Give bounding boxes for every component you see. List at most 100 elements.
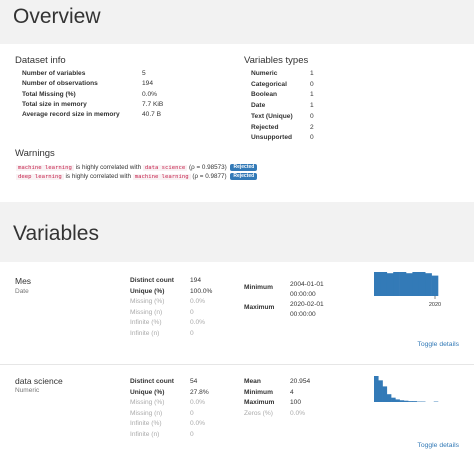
warning-rho: (ρ = 0.98573) xyxy=(189,164,227,171)
stat-label: Numeric xyxy=(251,70,278,77)
stat-value: 194 xyxy=(190,277,202,284)
stat-label: Unique (%) xyxy=(130,287,165,295)
histogram-bar xyxy=(425,273,432,296)
variable-divider xyxy=(0,364,474,365)
warning-variable[interactable]: deep learning xyxy=(16,174,64,180)
histogram-bar xyxy=(386,273,394,296)
stat-label: Distinct count xyxy=(130,378,174,385)
stat-value: 0 xyxy=(310,134,314,142)
stat-label: Missing (%) xyxy=(130,399,165,407)
stat-value: 0.0% xyxy=(190,420,206,428)
stat-value: 1 xyxy=(310,91,314,99)
stat-label: Mean xyxy=(244,378,261,385)
warning-correlated-variable[interactable]: machine learning xyxy=(132,174,191,180)
stat-value: 0 xyxy=(190,431,194,438)
stat-label: Categorical xyxy=(251,80,287,88)
histogram-bar xyxy=(408,401,413,402)
stat-value: 0.0% xyxy=(190,319,206,327)
toggle-details-link[interactable]: Toggle details xyxy=(417,341,459,348)
warning-text: is highly correlated with xyxy=(75,164,142,171)
stat-value: 2020-02-01 00:00:00 xyxy=(290,301,324,318)
histogram-bar xyxy=(418,272,426,296)
stat-value: 27.8% xyxy=(190,388,209,396)
stat-label: Maximum xyxy=(244,304,275,311)
stat-label: Boolean xyxy=(251,91,278,99)
stat-label: Zeros (%) xyxy=(244,409,273,417)
histogram-bar xyxy=(393,272,400,296)
overview-title: Overview xyxy=(13,5,101,28)
stat-label: Minimum xyxy=(244,388,273,396)
stat-value: 7.7 KiB xyxy=(142,100,164,108)
toggle-details-link[interactable]: Toggle details xyxy=(417,442,459,449)
histogram-bar xyxy=(378,380,383,402)
stat-label: Infinite (n) xyxy=(130,330,160,337)
warning-item: deep learning is highly correlated with … xyxy=(16,172,258,182)
variable-type: Numeric xyxy=(15,387,40,394)
stat-value: 5 xyxy=(142,70,146,77)
stat-label: Unique (%) xyxy=(130,388,165,396)
warning-text: is highly correlated with xyxy=(65,173,131,180)
warning-correlated-variable[interactable]: data science xyxy=(142,165,188,171)
histogram-bar xyxy=(412,401,417,402)
histogram-bar xyxy=(374,272,381,296)
histogram-bar xyxy=(386,394,392,402)
warning-rho: (ρ = 0.9877) xyxy=(192,173,227,180)
histogram-bar xyxy=(382,386,388,402)
stat-label: Average record size in memory xyxy=(22,111,120,119)
stat-value: 0 xyxy=(310,80,314,88)
histogram-bar xyxy=(406,273,413,296)
stat-value: 2004-01-01 00:00:00 xyxy=(290,281,324,298)
stat-value: 54 xyxy=(190,378,198,385)
warnings-heading: Warnings xyxy=(15,148,55,159)
stat-label: Total Missing (%) xyxy=(22,90,76,98)
stat-label: Infinite (%) xyxy=(130,319,162,327)
rejected-badge: Rejected xyxy=(230,172,258,180)
stat-value: 0 xyxy=(310,112,314,120)
stat-label: Distinct count xyxy=(130,277,174,284)
stat-label: Missing (n) xyxy=(130,409,163,417)
variable-histogram[interactable] xyxy=(374,376,444,404)
stat-label: Infinite (n) xyxy=(130,431,160,438)
variables-title: Variables xyxy=(13,222,99,245)
histogram-bar xyxy=(395,399,400,402)
stat-value: 4 xyxy=(290,388,294,396)
variable-name: data science xyxy=(15,376,63,386)
stat-value: 0.0% xyxy=(190,399,206,407)
histogram-bar xyxy=(431,275,439,296)
stat-value: 1 xyxy=(310,70,314,77)
stat-label: Maximum xyxy=(244,399,275,407)
histogram-bar xyxy=(380,272,388,296)
stat-label: Text (Unique) xyxy=(251,112,293,120)
stat-value: 0 xyxy=(190,330,194,337)
variable-histogram[interactable]: 2020 xyxy=(374,272,444,316)
stat-label: Number of observations xyxy=(22,80,98,88)
stat-value: 0.0% xyxy=(142,90,158,98)
stat-value: 2 xyxy=(310,123,314,131)
stat-value: 100 xyxy=(290,399,302,407)
stat-value: 194 xyxy=(142,80,154,88)
stat-label: Rejected xyxy=(251,123,279,131)
histogram-bar xyxy=(403,400,409,402)
variable-type: Date xyxy=(15,288,29,295)
histogram-bar xyxy=(412,272,420,296)
histogram-bar xyxy=(391,397,396,402)
stat-label: Number of variables xyxy=(22,70,86,77)
stat-value: 0 xyxy=(190,409,194,417)
histogram-bar xyxy=(399,400,405,402)
histogram-bar xyxy=(374,376,379,402)
stat-value: 0.0% xyxy=(190,298,206,306)
stat-label: Date xyxy=(251,102,266,110)
stat-label: Total size in memory xyxy=(22,100,87,108)
histogram-tick-label: 2020 xyxy=(429,302,441,308)
stat-label: Infinite (%) xyxy=(130,420,162,428)
stat-value: 0 xyxy=(190,308,194,316)
stat-label: Missing (%) xyxy=(130,298,165,306)
variable-types-heading: Variables types xyxy=(244,55,309,66)
variable-name: Mes xyxy=(15,276,32,286)
stat-label: Unsupported xyxy=(251,134,293,142)
stat-label: Missing (n) xyxy=(130,308,163,316)
warning-variable[interactable]: machine learning xyxy=(16,165,74,171)
stat-value: 20.954 xyxy=(290,378,311,385)
stat-label: Minimum xyxy=(244,284,273,291)
stat-value: 100.0% xyxy=(190,287,213,295)
